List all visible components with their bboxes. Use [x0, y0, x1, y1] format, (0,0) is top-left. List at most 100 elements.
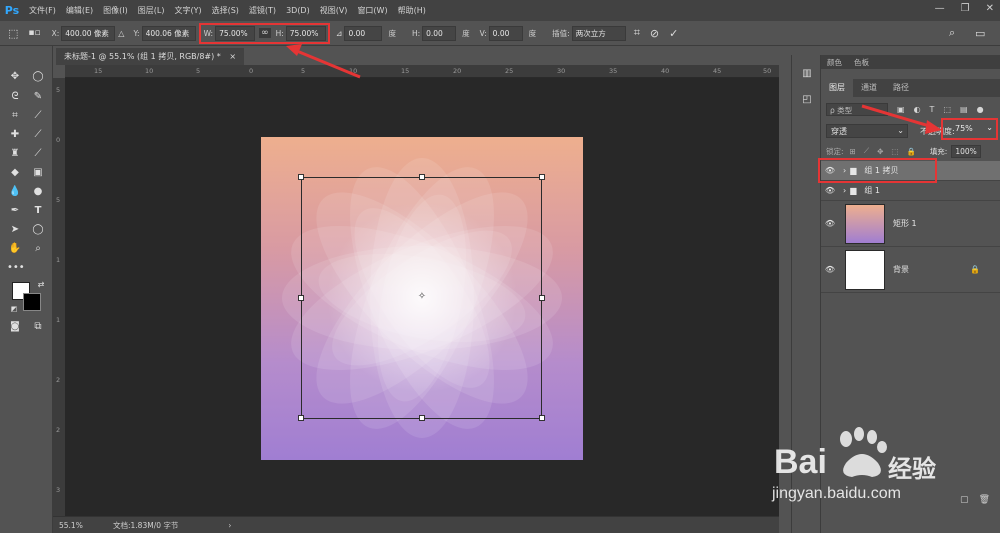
blend-mode-select[interactable]: 穿透 ⌄ — [826, 124, 908, 138]
path-select-tool-icon[interactable]: ➤ — [7, 223, 23, 237]
filter-type-icon[interactable]: T — [930, 105, 935, 114]
restore-button[interactable]: ❐ — [961, 3, 970, 14]
stamp-tool-icon[interactable]: ♜ — [7, 147, 23, 161]
history-brush-tool-icon[interactable]: ⟋ — [30, 147, 46, 161]
lock-all-icon[interactable]: 🔒 — [906, 147, 915, 156]
swap-colors-icon[interactable]: ⇄ — [33, 278, 49, 292]
layer-row-background[interactable]: 👁 背景 🔒 — [821, 247, 1000, 293]
default-colors-icon[interactable]: ◩ — [6, 302, 22, 316]
transform-handle-left[interactable] — [298, 295, 304, 301]
eye-icon[interactable]: 👁 — [821, 186, 839, 195]
link-icon[interactable]: ∞ — [259, 28, 271, 38]
h-field[interactable]: 75.00% — [285, 25, 326, 41]
group-expand-icon[interactable]: › — [843, 186, 846, 195]
layer-filter-select[interactable]: ρ 类型 — [826, 102, 888, 116]
tab-paths[interactable]: 路径 — [885, 79, 917, 97]
zoom-level[interactable]: 55.1% — [59, 521, 87, 530]
layer-row-shape[interactable]: 👁 矩形 1 — [821, 201, 1000, 247]
x-field[interactable]: 400.00 像素 — [61, 25, 116, 41]
menu-view[interactable]: 视图(V) — [315, 5, 353, 16]
shape-tool-icon[interactable]: ◯ — [30, 223, 46, 237]
transform-handle-top[interactable] — [419, 174, 425, 180]
lasso-tool-icon[interactable]: ᘓ — [7, 90, 23, 104]
tab-channels[interactable]: 通道 — [853, 79, 885, 97]
filter-pixel-icon[interactable]: ▣ — [897, 105, 905, 114]
more-tools-icon[interactable]: ••• — [7, 261, 25, 275]
layer-name[interactable]: 组 1 — [864, 185, 880, 196]
background-color-swatch[interactable] — [23, 293, 41, 311]
eraser-tool-icon[interactable]: ◆ — [7, 166, 23, 180]
search-icon[interactable]: ⌕ — [949, 26, 955, 40]
menu-help[interactable]: 帮助(H) — [393, 5, 431, 16]
menu-type[interactable]: 文字(Y) — [169, 5, 206, 16]
transform-handle-bottom[interactable] — [419, 415, 425, 421]
eyedropper-tool-icon[interactable]: ⟋ — [30, 109, 46, 123]
tab-layers[interactable]: 图层 — [821, 79, 853, 97]
commit-transform-icon[interactable]: ✓ — [669, 27, 678, 40]
quick-mask-icon[interactable]: ◙ — [7, 320, 23, 334]
pen-tool-icon[interactable]: ✒ — [7, 204, 23, 218]
w-field[interactable]: 75.00% — [215, 25, 256, 41]
layer-name[interactable]: 矩形 1 — [893, 218, 917, 229]
close-window-button[interactable]: ✕ — [986, 3, 994, 14]
transform-tool-icon[interactable]: ⬚ — [8, 27, 18, 40]
cancel-transform-icon[interactable]: ⊘ — [650, 27, 659, 40]
screen-mode-icon[interactable]: ⧉ — [30, 320, 46, 334]
move-tool-icon[interactable]: ✥ — [7, 70, 23, 84]
hskew-field[interactable]: 0.00 — [422, 25, 457, 41]
history-panel-icon[interactable]: ▥ — [800, 67, 814, 81]
delete-layer-icon[interactable]: 🗑 — [979, 495, 990, 505]
document-tab[interactable]: 未标题-1 @ 55.1% (组 1 拷贝, RGB/8#) * × — [56, 48, 245, 65]
menu-file[interactable]: 文件(F) — [24, 5, 61, 16]
filter-toggle-icon[interactable]: ● — [977, 105, 984, 114]
menu-3d[interactable]: 3D(D) — [281, 6, 315, 15]
y-field[interactable]: 400.06 像素 — [141, 25, 196, 41]
opacity-field[interactable]: 75% ⌄ — [941, 118, 998, 140]
vskew-field[interactable]: 0.00 — [488, 25, 523, 41]
filter-adjustment-icon[interactable]: ◐ — [914, 105, 921, 114]
crop-tool-icon[interactable]: ⌗ — [7, 109, 23, 123]
close-document-icon[interactable]: × — [229, 52, 236, 61]
transform-handle-bottom-left[interactable] — [298, 415, 304, 421]
status-menu-arrow[interactable]: › — [228, 521, 231, 530]
layer-name[interactable]: 背景 — [893, 264, 909, 275]
fill-field[interactable]: 100% — [951, 144, 981, 158]
relative-position-icon[interactable]: △ — [118, 29, 124, 38]
eye-icon[interactable]: 👁 — [821, 265, 839, 274]
transform-handle-top-left[interactable] — [298, 174, 304, 180]
menu-edit[interactable]: 编辑(E) — [61, 5, 98, 16]
warp-mode-icon[interactable]: ⌗ — [634, 26, 640, 40]
minimize-button[interactable]: — — [935, 3, 945, 14]
menu-image[interactable]: 图像(I) — [98, 5, 133, 16]
layer-row-group[interactable]: 👁 › ▆ 组 1 — [821, 181, 1000, 201]
tab-color[interactable]: 颜色 — [821, 56, 848, 69]
angle-field[interactable]: 0.00 — [344, 25, 383, 41]
hand-tool-icon[interactable]: ✋ — [7, 242, 23, 256]
workspace-icon[interactable]: ▭ — [975, 27, 985, 40]
menu-window[interactable]: 窗口(W) — [352, 5, 392, 16]
brush-tool-icon[interactable]: ⟋ — [30, 128, 46, 142]
gradient-tool-icon[interactable]: ▣ — [30, 166, 46, 180]
filter-shape-icon[interactable]: ⬚ — [943, 105, 951, 114]
blur-tool-icon[interactable]: 💧 — [7, 185, 23, 199]
zoom-tool-icon[interactable]: ⌕ — [30, 242, 46, 256]
menu-filter[interactable]: 滤镜(T) — [244, 5, 281, 16]
tab-swatches[interactable]: 色板 — [848, 56, 875, 69]
transform-handle-top-right[interactable] — [539, 174, 545, 180]
reference-point-icon[interactable]: ✧ — [417, 292, 427, 302]
reference-point-icon[interactable]: ▪▫ — [28, 28, 40, 38]
quick-select-tool-icon[interactable]: ✎ — [30, 90, 46, 104]
filter-smart-icon[interactable]: ▤ — [960, 105, 968, 114]
menu-select[interactable]: 选择(S) — [207, 5, 244, 16]
type-tool-icon[interactable]: T — [30, 204, 46, 218]
interp-select[interactable]: 两次立方 — [571, 25, 626, 41]
dodge-tool-icon[interactable]: ● — [30, 185, 46, 199]
healing-tool-icon[interactable]: ✚ — [7, 128, 23, 142]
transform-handle-bottom-right[interactable] — [539, 415, 545, 421]
marquee-tool-icon[interactable]: ◯ — [30, 70, 46, 84]
eye-icon[interactable]: 👁 — [821, 219, 839, 228]
lock-image-icon[interactable]: ⟋ — [864, 146, 869, 156]
transform-handle-right[interactable] — [539, 295, 545, 301]
lock-position-icon[interactable]: ✥ — [877, 147, 883, 156]
properties-panel-icon[interactable]: ◰ — [800, 93, 814, 107]
